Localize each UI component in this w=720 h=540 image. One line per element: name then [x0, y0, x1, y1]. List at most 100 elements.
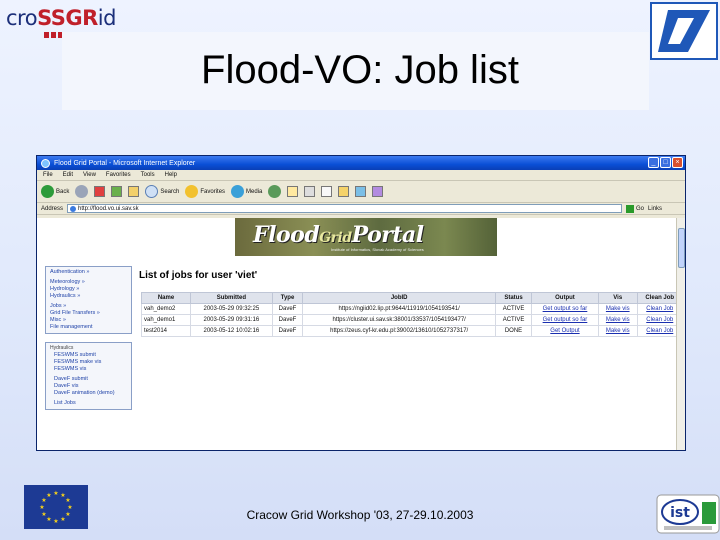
sidebar-item-davef-vis[interactable]: DaveF vis: [54, 383, 127, 390]
col-header: Type: [271, 292, 304, 304]
job-id: https://zeus.cyf-kr.edu.pl:39002/13610/1…: [302, 325, 497, 337]
links-label[interactable]: Links: [648, 206, 662, 212]
jobs-heading: List of jobs for user 'viet': [139, 270, 258, 281]
media-label: Media: [246, 188, 263, 195]
banner-title: FloodGridPortal: [253, 222, 424, 248]
research-icon[interactable]: [372, 186, 384, 197]
sidebar-item-feswms-submit[interactable]: FESWMS submit: [54, 352, 127, 359]
discuss-icon[interactable]: [338, 186, 350, 197]
job-name: test2014: [141, 325, 191, 337]
ie-icon: [41, 158, 50, 168]
menu-view[interactable]: View: [83, 172, 96, 178]
scrollbar-thumb[interactable]: [678, 228, 685, 268]
menu-favorites[interactable]: Favorites: [106, 172, 131, 178]
slide-title: Flood-VO: Job list: [201, 48, 519, 92]
make-vis-link[interactable]: Make vis: [597, 303, 638, 315]
menu-bar: File Edit View Favorites Tools Help: [37, 170, 685, 181]
print-icon[interactable]: [304, 186, 316, 197]
eu-flag-icon: ★ ★★ ★★★ ★★★ ★★★: [24, 485, 88, 529]
job-status: DONE: [495, 325, 532, 337]
col-header: Submitted: [189, 292, 273, 304]
get-output-link[interactable]: Get Output: [530, 325, 599, 337]
minimize-button[interactable]: _: [648, 157, 659, 168]
window-title: Flood Grid Portal - Microsoft Internet E…: [54, 159, 196, 167]
address-input[interactable]: http://flood.vo.ui.sav.sk: [67, 204, 623, 213]
close-button[interactable]: ×: [672, 157, 683, 168]
job-status: ACTIVE: [495, 314, 532, 326]
menu-tools[interactable]: Tools: [141, 172, 155, 178]
make-vis-link[interactable]: Make vis: [597, 314, 638, 326]
go-arrow-icon: [626, 204, 635, 213]
menu-file[interactable]: File: [43, 172, 53, 178]
banner-word: Flood: [253, 222, 320, 248]
sidebar-item-hydraulics[interactable]: Hydraulics »: [50, 293, 127, 300]
sidebar-item-file-management[interactable]: File management: [50, 324, 127, 331]
job-submitted: 2003-05-12 10:02:16: [189, 325, 273, 337]
sidebar-item-list-jobs[interactable]: List Jobs: [54, 400, 127, 407]
logo-text-part: SSGR: [37, 6, 98, 30]
menu-help[interactable]: Help: [165, 172, 177, 178]
banner-subtitle: Institute of Informatics, Slovak Academy…: [331, 247, 424, 252]
job-id: https://ngiid02.lip.pt:9644/11919/105419…: [302, 303, 497, 315]
sidebar-item-meteorology[interactable]: Meteorology »: [50, 279, 127, 286]
back-label: Back: [56, 188, 70, 195]
stop-icon[interactable]: [94, 186, 106, 197]
get-output-link[interactable]: Get output so far: [530, 314, 599, 326]
svg-text:★: ★: [65, 497, 70, 504]
favorites-label: Favorites: [200, 188, 226, 195]
sidebar-item-davef-animation[interactable]: DaveF animation (demo): [54, 390, 127, 397]
sidebar-item-hydrology[interactable]: Hydrology »: [50, 286, 127, 293]
sidebar-item-file-transfers[interactable]: Grid File Transfers »: [50, 310, 127, 317]
get-output-link[interactable]: Get output so far: [530, 303, 599, 315]
forward-button[interactable]: [75, 185, 89, 198]
jobs-table: Name Submitted Type JobID Status Output …: [141, 292, 684, 337]
sidebar-item-authentication[interactable]: Authentication »: [50, 269, 127, 276]
table-row: vah_demo1 2003-05-29 09:31:16 DaveF http…: [141, 314, 684, 326]
messenger-icon[interactable]: [355, 186, 367, 197]
back-button[interactable]: Back: [41, 185, 69, 198]
job-status: ACTIVE: [495, 303, 532, 315]
window-titlebar: Flood Grid Portal - Microsoft Internet E…: [37, 156, 685, 170]
vertical-scrollbar[interactable]: [676, 218, 685, 450]
back-arrow-icon: [41, 185, 54, 198]
job-type: DaveF: [271, 314, 304, 326]
search-label: Search: [160, 188, 180, 195]
logo-text-part: id: [97, 6, 117, 30]
make-vis-link[interactable]: Make vis: [597, 325, 638, 337]
sidebar-item-davef-submit[interactable]: DaveF submit: [54, 376, 127, 383]
mail-icon[interactable]: [287, 186, 299, 197]
address-bar: Address http://flood.vo.ui.sav.sk Go Lin…: [37, 203, 685, 215]
col-header: Status: [495, 292, 532, 304]
col-header: Output: [530, 292, 599, 304]
job-name: vah_demo2: [141, 303, 191, 315]
ist-logo-text: ist: [670, 505, 690, 521]
sidebar-item-misc[interactable]: Misc »: [50, 317, 127, 324]
star-icon: [185, 185, 199, 198]
table-header-row: Name Submitted Type JobID Status Output …: [141, 292, 684, 304]
sidebar-item-feswms-make-vis[interactable]: FESWMS make vis: [54, 359, 127, 366]
menu-edit[interactable]: Edit: [63, 172, 73, 178]
sidebar-item-jobs[interactable]: Jobs »: [50, 303, 127, 310]
slide-footer: Cracow Grid Workshop '03, 27-29.10.2003: [246, 508, 474, 522]
edit-icon[interactable]: [321, 186, 333, 197]
maximize-button[interactable]: □: [660, 157, 671, 168]
portal-banner: FloodGridPortal Institute of Informatics…: [235, 218, 497, 256]
portal-sidebar: Authentication » Meteorology » Hydrology…: [45, 266, 132, 450]
table-row: test2014 2003-05-12 10:02:16 DaveF https…: [141, 325, 684, 337]
refresh-icon[interactable]: [111, 186, 123, 197]
home-icon[interactable]: [128, 186, 140, 197]
favorites-button[interactable]: Favorites: [185, 185, 225, 198]
banner-word: Grid: [319, 230, 352, 246]
banner-word: Portal: [351, 222, 425, 248]
address-label: Address: [41, 205, 64, 212]
job-type: DaveF: [271, 303, 304, 315]
media-icon: [231, 185, 245, 198]
sidebar-section-head: Hydraulics: [50, 345, 74, 351]
sidebar-item-feswms-vis[interactable]: FESWMS vis: [54, 366, 127, 373]
browser-window: Flood Grid Portal - Microsoft Internet E…: [36, 155, 686, 451]
col-header: Vis: [597, 292, 638, 304]
search-button[interactable]: Search: [145, 185, 179, 198]
media-button[interactable]: Media: [231, 185, 262, 198]
go-button[interactable]: Go: [626, 204, 644, 213]
history-icon[interactable]: [268, 185, 282, 198]
